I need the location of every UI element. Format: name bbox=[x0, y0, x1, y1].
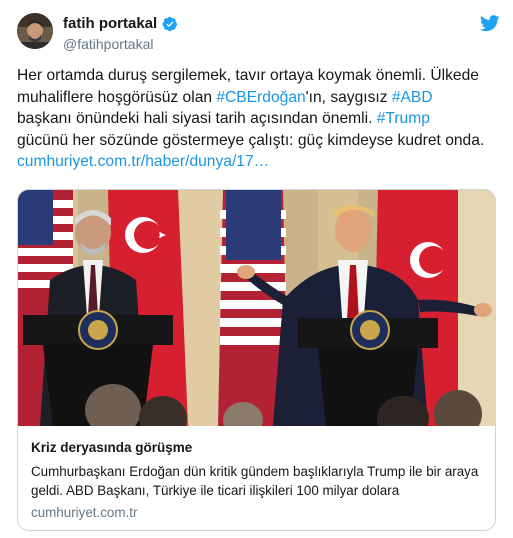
tweet-text-line: Her ortamda duruş sergilemek, tavır orta… bbox=[17, 67, 479, 84]
card-domain: cumhuriyet.com.tr bbox=[31, 505, 138, 520]
tweet-text-line: gücünü her sözünde göstermeye çalıştı: g… bbox=[17, 131, 485, 149]
author-handle[interactable]: @fatihportakal bbox=[63, 36, 178, 52]
card-image[interactable] bbox=[18, 190, 495, 426]
tweet-text-line: 'ın, saygısız bbox=[305, 88, 392, 106]
card-title[interactable]: Kriz deryasında görüşme bbox=[31, 440, 486, 455]
tweet-header: fatih portakal @fatihportakal bbox=[17, 13, 500, 55]
tweet-text: Her ortamda duruş sergilemek, tavır orta… bbox=[17, 65, 500, 173]
hashtag-link[interactable]: #Trump bbox=[377, 110, 430, 127]
card-description: Cumhurbaşkanı Erdoğan dün kritik gündem … bbox=[31, 464, 479, 498]
tweet-text-line: muhaliflere hoşgörüsüz olan bbox=[17, 88, 217, 106]
link-preview-card[interactable]: Kriz deryasında görüşme Cumhurbaşkanı Er… bbox=[17, 189, 496, 531]
hashtag-link[interactable]: #ABD bbox=[392, 89, 433, 106]
twitter-bird-icon[interactable] bbox=[480, 15, 500, 32]
verified-badge-icon bbox=[162, 16, 178, 31]
article-url-link[interactable]: cumhuriyet.com.tr/haber/dunya/17… bbox=[17, 153, 269, 170]
hashtag-link[interactable]: #CBErdoğan bbox=[216, 89, 305, 106]
author-display-name[interactable]: fatih portakal bbox=[63, 15, 157, 32]
tweet-text-line: başkanı önündeki hali siyasi tarih açısı… bbox=[17, 110, 377, 127]
avatar[interactable] bbox=[17, 13, 53, 49]
